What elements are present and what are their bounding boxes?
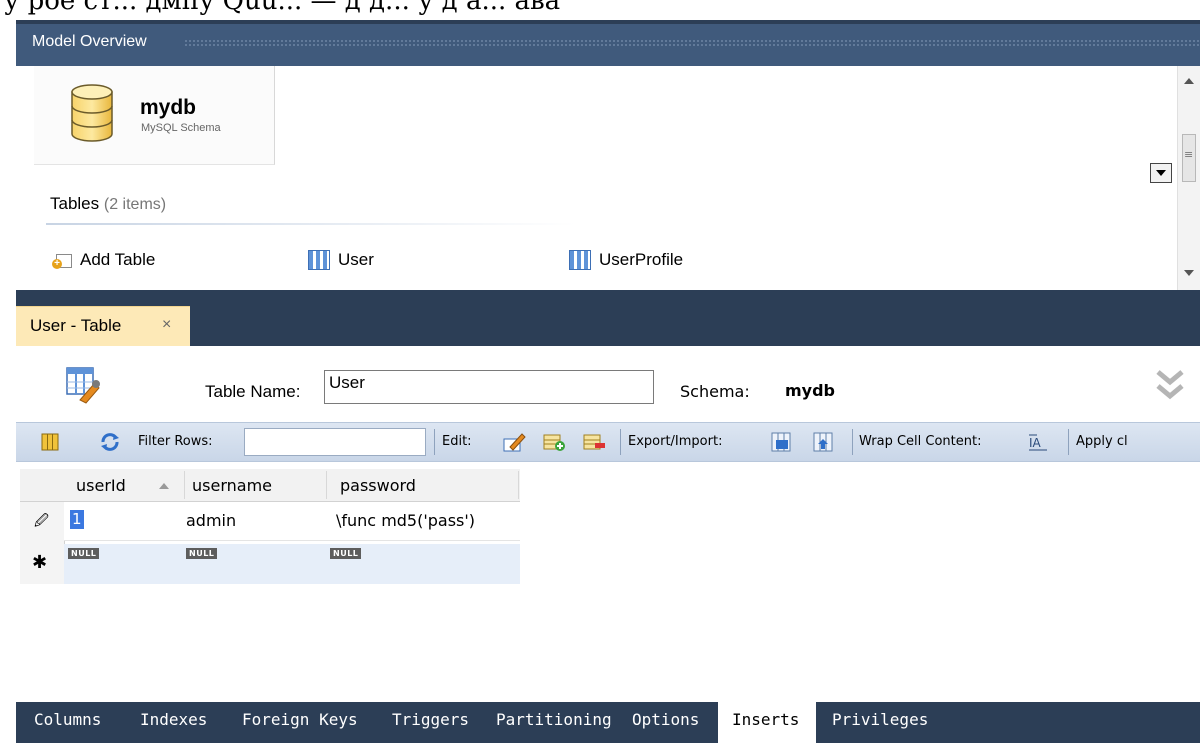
delete-row-icon[interactable]	[582, 431, 606, 453]
tab-label: User - Table	[30, 316, 122, 335]
table-item-label: UserProfile	[599, 250, 684, 269]
export-import-label: Export/Import:	[628, 434, 723, 449]
null-badge[interactable]: NULL	[186, 548, 218, 559]
table-row-new[interactable]: NULL NULL NULL	[64, 544, 520, 584]
new-row-marker-icon: ✱	[32, 552, 48, 573]
model-overview-title: Model Overview	[32, 33, 147, 50]
grid-toolbar: Filter Rows: Edit: Export/Import: Wrap C…	[16, 422, 1200, 462]
top-text-strip: у рое ст... дмпу Quu... — д д... у д а..…	[0, 0, 1200, 20]
grid-header-row: userId username password	[20, 469, 520, 502]
add-table-icon: +	[52, 250, 72, 270]
column-header-userid[interactable]: userId	[76, 476, 126, 495]
table-name-input[interactable]: User	[324, 370, 654, 404]
cell-password[interactable]: \func md5('pass')	[336, 511, 475, 530]
apply-label[interactable]: Apply cl	[1076, 434, 1128, 449]
tab-inserts[interactable]: Inserts	[718, 702, 816, 743]
null-badge[interactable]: NULL	[68, 548, 100, 559]
add-table-item[interactable]: + Add Table	[52, 250, 155, 270]
tab-privileges[interactable]: Privileges	[832, 710, 928, 729]
tables-section-header[interactable]: Tables (2 items)	[50, 194, 166, 214]
tab-indexes[interactable]: Indexes	[140, 710, 207, 729]
table-item-label: User	[338, 250, 374, 269]
schema-tab[interactable]: mydb MySQL Schema	[34, 66, 275, 165]
scroll-thumb[interactable]	[1182, 134, 1196, 182]
scroll-up-icon[interactable]	[1184, 78, 1194, 84]
column-divider	[184, 471, 185, 499]
table-edit-icon	[66, 367, 100, 404]
add-row-icon[interactable]	[542, 431, 566, 453]
export-icon[interactable]	[770, 431, 794, 453]
schema-label: Schema:	[680, 382, 750, 401]
schema-type: MySQL Schema	[141, 122, 221, 134]
edit-pencil-icon[interactable]	[502, 431, 526, 453]
tab-columns[interactable]: Columns	[34, 710, 101, 729]
model-overview-panel: mydb MySQL Schema Tables (2 items) + Add…	[16, 66, 1200, 290]
header-dots	[184, 39, 1200, 47]
refresh-icon[interactable]	[98, 431, 122, 453]
column-divider	[518, 471, 519, 499]
table-item-user[interactable]: User	[308, 250, 374, 270]
cell-userid[interactable]: 1	[70, 510, 84, 529]
column-header-username[interactable]: username	[192, 476, 272, 495]
close-icon[interactable]: ×	[162, 316, 171, 334]
null-badge[interactable]: NULL	[330, 548, 362, 559]
import-icon[interactable]	[812, 431, 836, 453]
tab-options[interactable]: Options	[632, 710, 699, 729]
wrap-cell-label: Wrap Cell Content:	[859, 434, 982, 449]
row-header-column: 🖉 ✱	[20, 502, 65, 584]
tables-label: Tables	[50, 194, 100, 213]
table-item-userprofile[interactable]: UserProfile	[569, 250, 683, 270]
tab-triggers[interactable]: Triggers	[392, 710, 469, 729]
editor-tab-bar: User - Table ×	[16, 290, 1200, 346]
tab-user-table[interactable]: User - Table ×	[16, 306, 190, 346]
table-editor-header: Table Name: User Schema: mydb	[16, 346, 1200, 422]
grid-layout-icon[interactable]	[38, 431, 62, 453]
edit-label: Edit:	[442, 434, 472, 449]
edit-row-marker-icon: 🖉	[34, 513, 49, 529]
table-icon	[569, 250, 591, 270]
table-name-label: Table Name:	[205, 382, 301, 401]
model-overview-header: Model Overview	[16, 24, 1200, 66]
scroll-down-icon[interactable]	[1184, 270, 1194, 276]
collapse-chevron-icon[interactable]	[1150, 368, 1190, 404]
overview-dropdown-button[interactable]	[1150, 163, 1172, 183]
column-header-password[interactable]: password	[340, 476, 416, 495]
cell-username[interactable]: admin	[186, 511, 236, 530]
overview-scrollbar[interactable]	[1177, 66, 1200, 290]
schema-value: mydb	[785, 381, 836, 400]
editor-bottom-tabs: Columns Indexes Foreign Keys Triggers Pa…	[16, 702, 1200, 743]
toolbar-separator	[434, 429, 435, 455]
tab-inserts-label: Inserts	[732, 710, 800, 729]
add-table-label: Add Table	[80, 250, 156, 269]
toolbar-separator	[620, 429, 621, 455]
tables-count: (2 items)	[103, 196, 167, 213]
tab-partitioning[interactable]: Partitioning	[496, 710, 612, 729]
table-row[interactable]: 1 admin \func md5('pass')	[64, 502, 520, 541]
section-divider	[46, 223, 576, 225]
toolbar-separator	[852, 429, 853, 455]
sort-ascending-icon	[159, 483, 169, 489]
database-icon	[71, 84, 113, 142]
result-grid: userId username password 🖉 ✱ 1 admin \fu…	[16, 462, 1200, 702]
filter-rows-input[interactable]	[244, 428, 426, 456]
toolbar-separator	[1068, 429, 1069, 455]
filter-rows-label: Filter Rows:	[138, 434, 213, 449]
schema-name: mydb	[140, 96, 197, 119]
column-divider	[326, 471, 327, 499]
tab-foreign-keys[interactable]: Foreign Keys	[242, 710, 358, 729]
wrap-text-icon[interactable]: IA	[1026, 431, 1050, 453]
svg-text:IA: IA	[1029, 436, 1042, 450]
table-icon	[308, 250, 330, 270]
